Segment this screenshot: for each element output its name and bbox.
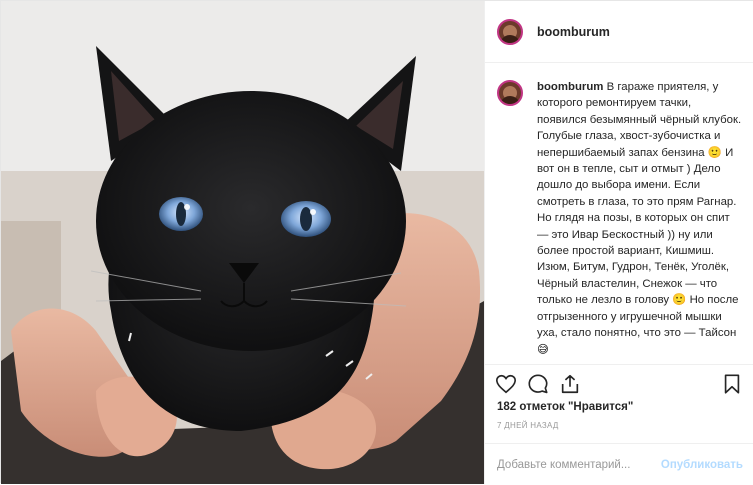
avatar[interactable] (497, 18, 523, 45)
comment-icon[interactable] (527, 373, 549, 395)
post-timestamp[interactable]: 7 ДНЕЙ НАЗАД (497, 421, 559, 430)
publish-button[interactable]: Опубликовать (661, 459, 743, 471)
post-photo[interactable] (1, 1, 484, 484)
author-username[interactable]: boomburum (537, 25, 610, 39)
comment-input[interactable] (497, 458, 661, 471)
add-comment-bar: Опубликовать (485, 443, 753, 485)
caption-avatar[interactable] (497, 80, 523, 106)
heart-icon[interactable] (495, 373, 517, 395)
post-side-panel: boomburum boomburum В гараже приятеля, у… (484, 1, 753, 484)
post-caption: boomburum В гараже приятеля, у которого … (497, 79, 743, 358)
caption-text-block: boomburum В гараже приятеля, у которого … (537, 79, 743, 358)
instagram-post: boomburum boomburum В гараже приятеля, у… (0, 0, 753, 484)
caption-text: В гараже приятеля, у которого ремонтируе… (537, 81, 742, 356)
comments-section: boomburum В гараже приятеля, у которого … (485, 63, 753, 364)
post-actions: 182 отметок "Нравится" 7 ДНЕЙ НАЗАД Опуб… (485, 364, 753, 484)
share-icon[interactable] (559, 373, 581, 395)
kitten-image (1, 1, 484, 484)
caption-username[interactable]: boomburum (537, 81, 603, 93)
bookmark-icon[interactable] (721, 373, 743, 395)
action-icons (495, 373, 745, 397)
post-header: boomburum (485, 1, 753, 63)
likes-count[interactable]: 182 отметок "Нравится" (497, 401, 633, 413)
